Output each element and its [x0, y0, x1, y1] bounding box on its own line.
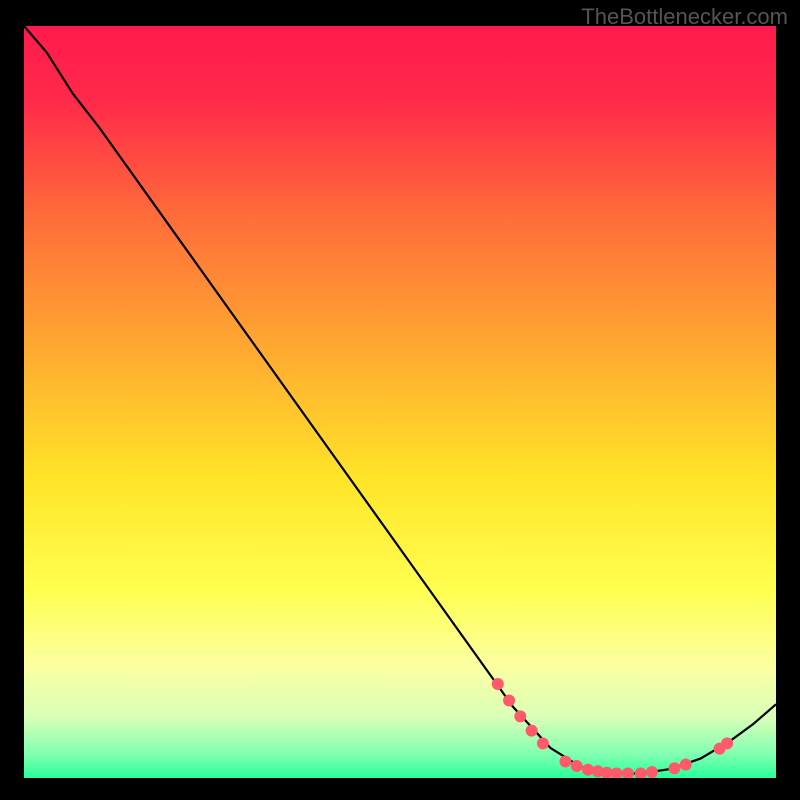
data-marker — [503, 695, 515, 707]
chart-svg — [24, 26, 776, 778]
chart-container: TheBottlenecker.com — [0, 0, 800, 800]
data-marker — [559, 755, 571, 767]
data-marker — [646, 766, 658, 778]
gradient-background — [24, 26, 776, 778]
data-marker — [668, 762, 680, 774]
watermark-text: TheBottlenecker.com — [581, 4, 788, 30]
data-marker — [537, 737, 549, 749]
data-marker — [492, 678, 504, 690]
data-marker — [571, 760, 583, 772]
plot-area — [24, 26, 776, 778]
data-marker — [721, 737, 733, 749]
data-marker — [514, 710, 526, 722]
data-marker — [680, 758, 692, 770]
data-marker — [526, 725, 538, 737]
